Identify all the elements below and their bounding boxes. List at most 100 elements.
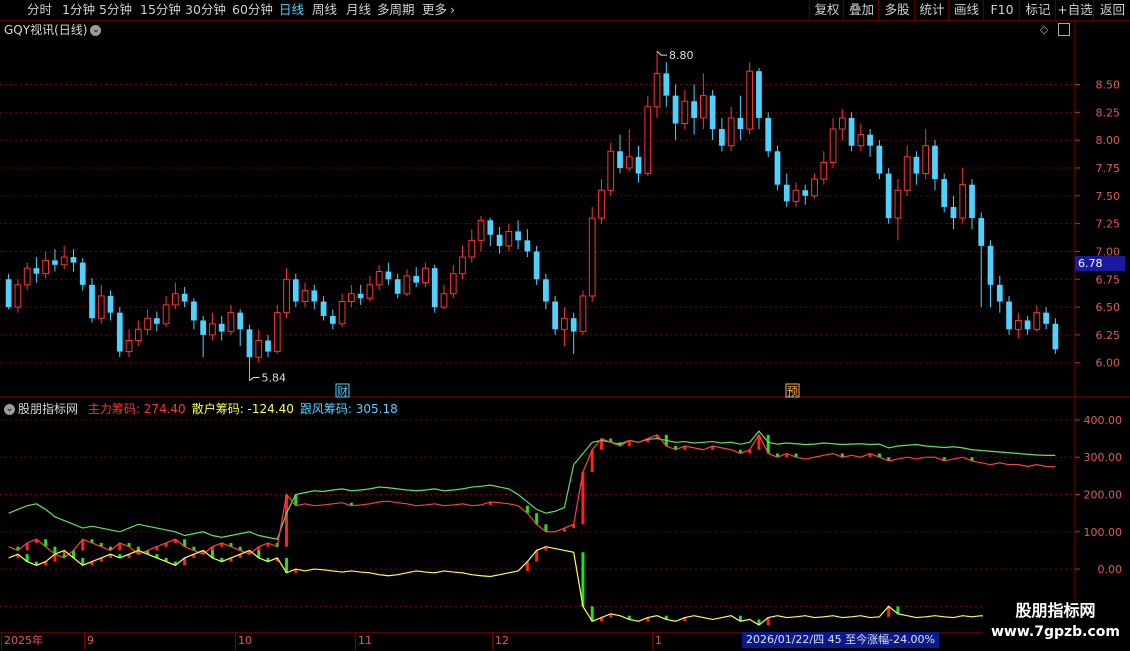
- main-bar-13: [127, 542, 131, 547]
- retail-bar-24: [229, 557, 233, 562]
- retail-bar-15: [146, 550, 150, 555]
- candle-body-85: [792, 189, 800, 202]
- retail-bar-65: [609, 613, 613, 618]
- main-bar-82: [766, 434, 770, 454]
- candle-body-12: [116, 312, 123, 352]
- candle-body-60: [561, 317, 568, 330]
- candle-body-52: [487, 220, 494, 235]
- candle-body-78: [727, 117, 735, 147]
- price-axis-label-3: 7.75: [1096, 162, 1121, 175]
- candle-body-103: [959, 184, 967, 219]
- retail-bar-63: [590, 606, 594, 622]
- timeframe-0[interactable]: 分时: [27, 1, 52, 19]
- indicator-series-2: 跟风筹码: 305.18: [299, 402, 398, 416]
- main-bar-52: [488, 501, 492, 505]
- retail-bar-11: [109, 554, 113, 558]
- candle-body-38: [357, 293, 364, 299]
- candle-body-100: [932, 145, 938, 180]
- toolbar-button-4[interactable]: 画线: [948, 0, 984, 20]
- timeframe-3[interactable]: 15分钟: [140, 1, 181, 19]
- retail-bar-81: [757, 619, 761, 625]
- candle-body-26: [246, 329, 253, 358]
- candle-body-80: [746, 70, 754, 130]
- candle-body-109: [1014, 319, 1022, 330]
- price-axis-label-8: 6.50: [1096, 301, 1121, 314]
- indicator-axis-label-3: 100.00: [1084, 526, 1123, 539]
- indicator-axis-label-1: 300.00: [1084, 451, 1123, 464]
- retail-bar-17: [164, 557, 168, 562]
- main-bar-60: [562, 528, 566, 532]
- chevron-down-icon[interactable]: ⌄: [90, 25, 102, 36]
- candle-body-67: [625, 156, 633, 169]
- candle-body-70: [653, 72, 661, 108]
- date-label-3: 11: [358, 634, 372, 647]
- retail-bar-79: [738, 615, 742, 622]
- toolbar-button-8[interactable]: 返回: [1093, 0, 1130, 20]
- timeframe-1[interactable]: 1分钟: [62, 1, 95, 19]
- candle-body-46: [431, 268, 438, 308]
- retail-bar-6: [62, 550, 66, 555]
- main-bar-64: [599, 438, 603, 450]
- candle-body-51: [477, 219, 485, 241]
- date-tick-3: [355, 632, 356, 650]
- timeframe-4[interactable]: 30分钟: [185, 1, 226, 19]
- candle-body-110: [1024, 320, 1031, 330]
- toolbar-button-0[interactable]: 复权: [809, 0, 844, 20]
- candle-body-88: [820, 161, 828, 180]
- date-tick-5: [652, 632, 653, 650]
- main-bar-62: [581, 472, 585, 525]
- retail-bar-58: [544, 546, 548, 551]
- retail-bar-21: [201, 550, 205, 555]
- watermark-title: 股朋指标网: [1015, 601, 1096, 620]
- candle-body-33: [311, 290, 318, 302]
- main-bar-1: [16, 546, 20, 551]
- main-bar-37: [349, 502, 353, 506]
- candle-body-6: [60, 256, 68, 266]
- retail-bar-62: [581, 552, 585, 607]
- candle-body-97: [903, 156, 911, 191]
- toolbar-button-1[interactable]: 叠加: [843, 0, 879, 20]
- toolbar-button-2[interactable]: 多股: [878, 0, 915, 20]
- indicator-menu-icon[interactable]: ⌄: [4, 404, 15, 415]
- candle-body-41: [385, 271, 392, 280]
- timeframe-9[interactable]: 多周期: [377, 1, 415, 19]
- toolbar-button-3[interactable]: 统计: [914, 0, 949, 20]
- timeframe-6[interactable]: 日线: [279, 1, 304, 19]
- retail-bar-23: [220, 557, 224, 562]
- timeframe-10[interactable]: 更多: [422, 1, 447, 19]
- candle-body-89: [829, 128, 837, 163]
- main-bar-19: [183, 539, 187, 547]
- candle-body-40: [375, 270, 383, 286]
- toolbar-button-5[interactable]: F10: [983, 0, 1020, 20]
- diamond-icon[interactable]: ◇: [1040, 23, 1048, 36]
- main-bar-66: [618, 442, 622, 447]
- indicator-name: 股朋指标网: [18, 402, 79, 416]
- candle-body-56: [524, 240, 531, 252]
- kline-chart[interactable]: 8.508.258.007.757.507.257.006.756.506.25…: [0, 0, 1130, 650]
- indicator-title: ⌄ 股朋指标网 主力筹码: 274.40 散户筹码: -124.40 跟风筹码: 30…: [4, 401, 398, 417]
- status-bar: 2026/01/22/四 45 至今涨幅-24.00%: [742, 632, 940, 648]
- main-bar-6: [62, 554, 66, 558]
- candle-body-106: [987, 245, 994, 285]
- timeframe-2[interactable]: 5分钟: [99, 1, 132, 19]
- timeframe-5[interactable]: 60分钟: [232, 1, 273, 19]
- retail-bar-12: [118, 554, 122, 558]
- toolbar-button-7[interactable]: +自选: [1055, 0, 1094, 20]
- event-tag-box-0: [335, 383, 350, 398]
- timeframe-7[interactable]: 周线: [312, 1, 337, 19]
- toolbar-button-6[interactable]: 标记: [1019, 0, 1056, 20]
- event-tag-box-1: [785, 383, 800, 398]
- candle-body-113: [1052, 323, 1059, 350]
- candle-body-84: [783, 184, 790, 202]
- main-bar-79: [738, 449, 742, 454]
- main-bar-63: [590, 449, 594, 473]
- candle-body-20: [191, 301, 197, 321]
- candle-body-14: [134, 328, 142, 341]
- panel-menu-icon[interactable]: [1058, 23, 1070, 36]
- main-bar-69: [646, 438, 650, 443]
- retail-bar-28: [266, 557, 270, 562]
- more-arrow-icon[interactable]: ›: [450, 1, 455, 19]
- timeframe-8[interactable]: 月线: [346, 1, 371, 19]
- candle-body-22: [209, 323, 216, 336]
- candle-body-49: [459, 256, 466, 275]
